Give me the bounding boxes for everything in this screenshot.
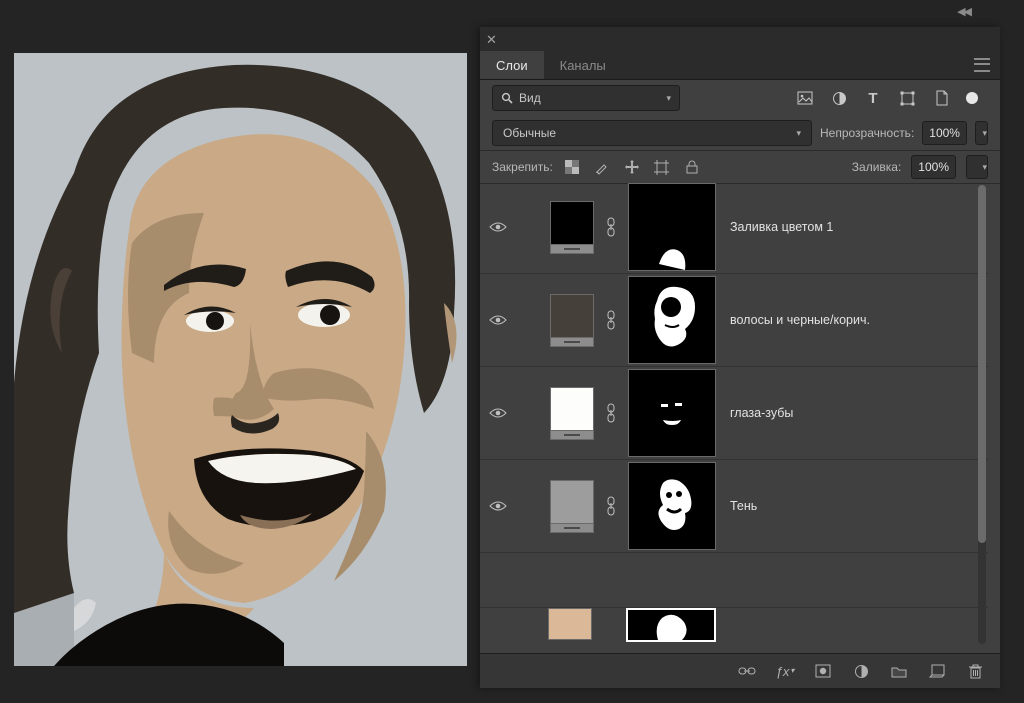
chevron-down-icon: ▾ bbox=[796, 128, 801, 139]
layer-row[interactable]: глаза-зубы bbox=[480, 367, 988, 460]
visibility-toggle[interactable] bbox=[484, 367, 512, 459]
filter-shape-icon[interactable] bbox=[898, 89, 916, 107]
layer-name[interactable]: волосы и черные/корич. bbox=[730, 313, 870, 327]
chevron-down-icon: ▾ bbox=[666, 93, 671, 104]
layer-name[interactable]: глаза-зубы bbox=[730, 406, 793, 420]
lock-all-icon[interactable] bbox=[683, 158, 701, 176]
layer-mask-thumb[interactable] bbox=[628, 462, 716, 550]
layer-row[interactable] bbox=[480, 607, 988, 648]
lock-transparency-icon[interactable] bbox=[563, 158, 581, 176]
layer-fill-thumb[interactable] bbox=[550, 294, 594, 347]
lock-artboard-icon[interactable] bbox=[653, 158, 671, 176]
add-mask-icon[interactable] bbox=[814, 662, 832, 680]
link-icon bbox=[604, 383, 618, 443]
layer-row[interactable]: Заливка цветом 1 bbox=[480, 181, 988, 274]
fill-label: Заливка: bbox=[852, 160, 902, 174]
layer-row[interactable]: волосы и черные/корич. bbox=[480, 274, 988, 367]
layer-fill-thumb[interactable] bbox=[548, 608, 592, 640]
panel-tabs: Слои Каналы bbox=[480, 51, 1000, 80]
layer-name[interactable]: Тень bbox=[730, 499, 757, 513]
lock-move-icon[interactable] bbox=[623, 158, 641, 176]
lock-label: Закрепить: bbox=[492, 160, 553, 174]
layer-mask-thumb[interactable] bbox=[626, 608, 716, 642]
group-icon[interactable] bbox=[890, 662, 908, 680]
layer-row[interactable]: Тень bbox=[480, 460, 988, 553]
collapse-panel-icon[interactable]: ◀◀ bbox=[957, 5, 970, 18]
visibility-toggle[interactable] bbox=[484, 274, 512, 366]
filter-adjust-icon[interactable] bbox=[830, 89, 848, 107]
blend-mode-value: Обычные bbox=[503, 126, 556, 140]
fill-value[interactable]: 100% bbox=[911, 155, 956, 179]
visibility-toggle[interactable] bbox=[484, 460, 512, 552]
filter-type-icon[interactable]: T bbox=[864, 89, 882, 107]
opacity-value[interactable]: 100% bbox=[922, 121, 967, 145]
layer-mask-thumb[interactable] bbox=[628, 183, 716, 271]
layer-list: Заливка цветом 1 волосы и черные/корич. bbox=[480, 181, 988, 553]
visibility-toggle[interactable] bbox=[484, 181, 512, 273]
link-layers-icon[interactable] bbox=[738, 662, 756, 680]
filter-smart-icon[interactable] bbox=[932, 89, 950, 107]
layer-filter-select[interactable]: Вид ▾ bbox=[492, 85, 680, 111]
new-layer-icon[interactable] bbox=[928, 662, 946, 680]
search-icon bbox=[501, 92, 513, 104]
opacity-stepper[interactable]: ▾ bbox=[975, 121, 988, 145]
fill-stepper[interactable]: ▾ bbox=[966, 155, 988, 179]
tab-channels[interactable]: Каналы bbox=[544, 51, 622, 79]
fx-icon[interactable]: ƒx▾ bbox=[776, 662, 794, 680]
layer-mask-thumb[interactable] bbox=[628, 276, 716, 364]
adjustment-icon[interactable] bbox=[852, 662, 870, 680]
layer-fill-thumb[interactable] bbox=[550, 480, 594, 533]
layer-name[interactable]: Заливка цветом 1 bbox=[730, 220, 833, 234]
panel-footer: ƒx▾ bbox=[480, 653, 1000, 688]
lock-paint-icon[interactable] bbox=[593, 158, 611, 176]
filter-toggle[interactable] bbox=[966, 92, 978, 104]
link-icon bbox=[604, 290, 618, 350]
link-icon bbox=[604, 197, 618, 257]
opacity-label: Непрозрачность: bbox=[820, 126, 914, 140]
layers-panel: ◀◀ ✕ Слои Каналы Вид ▾ T bbox=[480, 27, 1000, 688]
panel-menu-icon[interactable] bbox=[974, 51, 990, 79]
tab-layers[interactable]: Слои bbox=[480, 51, 544, 79]
trash-icon[interactable] bbox=[966, 662, 984, 680]
layer-fill-thumb[interactable] bbox=[550, 201, 594, 254]
blend-mode-select[interactable]: Обычные ▾ bbox=[492, 120, 812, 146]
document-canvas[interactable] bbox=[14, 53, 467, 666]
filter-pixel-icon[interactable] bbox=[796, 89, 814, 107]
layer-filter-label: Вид bbox=[519, 91, 541, 105]
layer-fill-thumb[interactable] bbox=[550, 387, 594, 440]
layers-scrollbar[interactable] bbox=[978, 185, 986, 644]
layer-mask-thumb[interactable] bbox=[628, 369, 716, 457]
link-icon bbox=[604, 476, 618, 536]
close-icon[interactable]: ✕ bbox=[486, 33, 497, 46]
